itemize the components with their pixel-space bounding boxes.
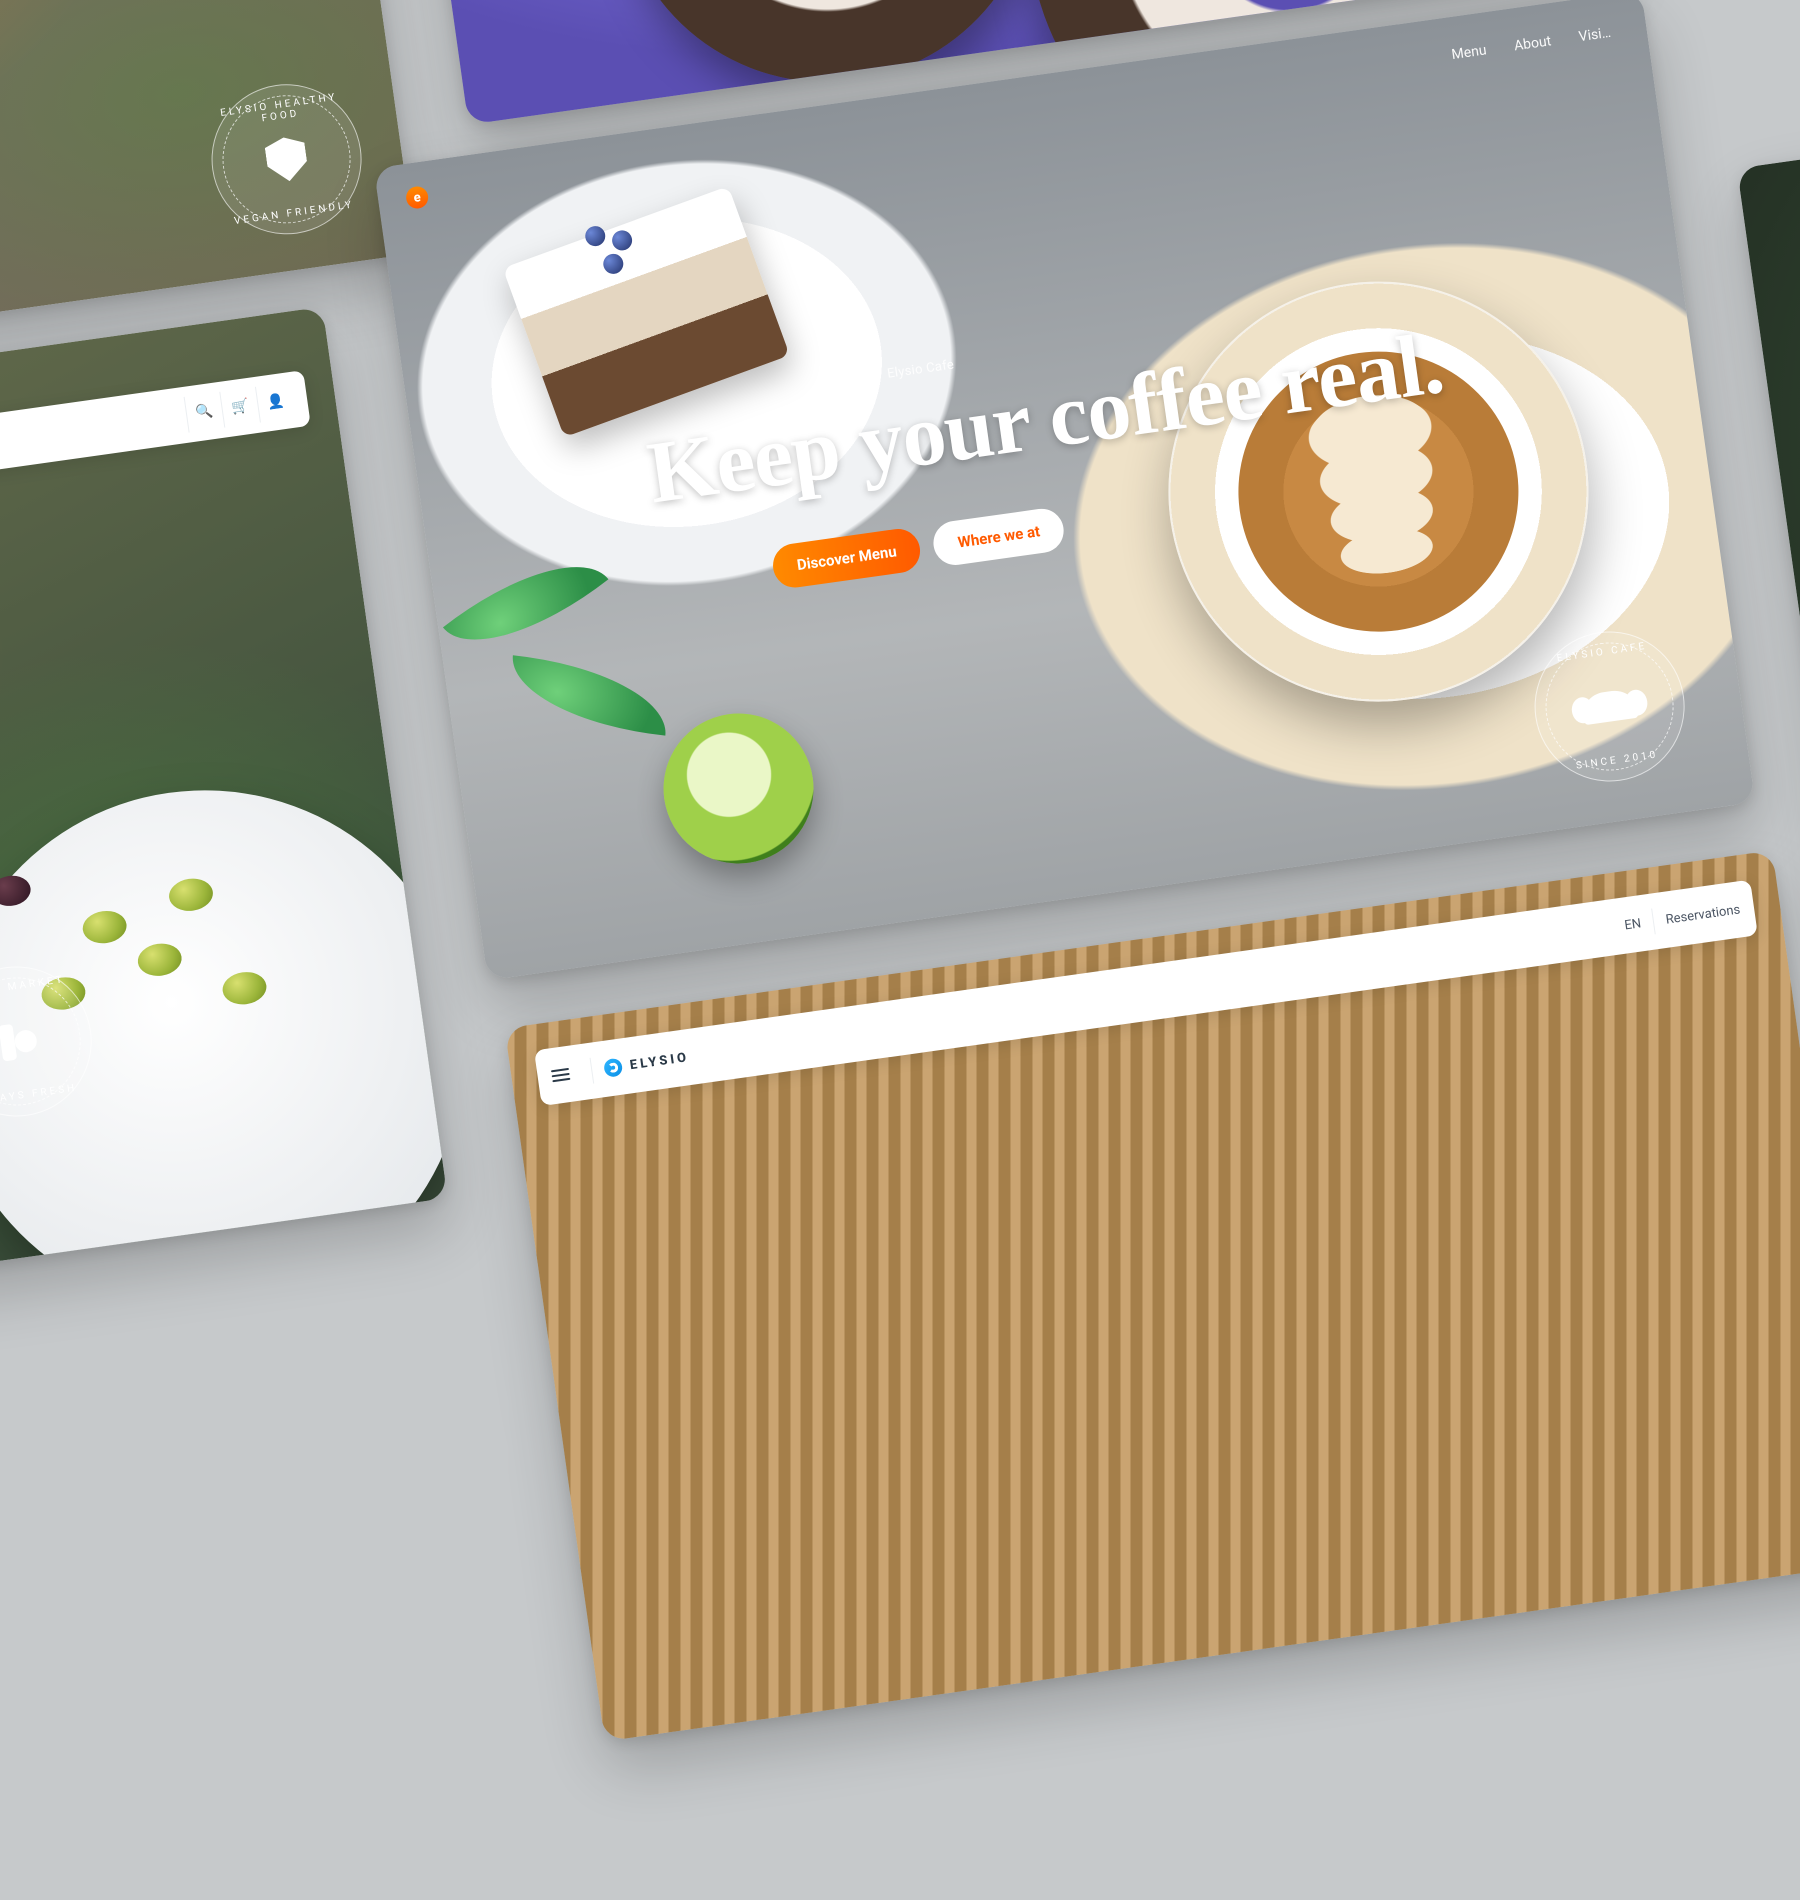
nav-menu[interactable]: Menu [1451,42,1488,63]
hamburger-menu-icon[interactable] [551,1068,570,1082]
bottle-fruit-icon [0,1019,39,1064]
language-switcher[interactable]: EN [1623,916,1642,933]
lime-decor [654,704,823,873]
mint-leaf-decor [443,529,608,678]
nav-visit[interactable]: Visi… [1578,25,1612,45]
hero-card-cafe: e Menu About Visi… Elysio Cafe Keep your… [374,0,1756,980]
cake-decor [503,186,790,437]
mint-leaf-decor [506,655,672,735]
hero-card-market: ELYSIO uality. ly to you for up re price… [0,307,448,1346]
discover-menu-button[interactable]: Discover Menu [770,526,923,590]
brand-logo-icon [603,1058,623,1078]
brand-logo-icon[interactable]: e [405,185,430,210]
search-button[interactable] [184,392,225,433]
cta-row-cafe: Discover Menu Where we at [770,506,1067,590]
market-topbar [0,370,311,565]
stamp-cafe: ELYSIO CAFE SINCE 2010 [1525,622,1694,791]
search-icon [195,403,214,421]
hero-card-reservations: ELYSIO EN Reservations [505,850,1800,1741]
cafe-nav: Menu About Visi… [1451,25,1612,63]
nav-about[interactable]: About [1513,33,1552,54]
cart-button[interactable] [219,387,260,428]
collage-stage: ell by doing good Discover Menu Where we… [0,0,1800,1802]
hero-kicker: Elysio Cafe [886,357,955,381]
cart-icon [230,398,249,416]
stamp-healthy: ELYSIO HEALTHY FOOD VEGAN FRIENDLY [202,75,371,244]
reservations-link[interactable]: Reservations [1665,902,1741,927]
hero-card-right-edge [1737,85,1800,961]
where-we-at-button[interactable]: Where we at [931,506,1067,568]
user-icon [266,393,285,411]
account-button[interactable] [255,382,296,423]
brand-wordmark: ELYSIO [629,1050,690,1073]
